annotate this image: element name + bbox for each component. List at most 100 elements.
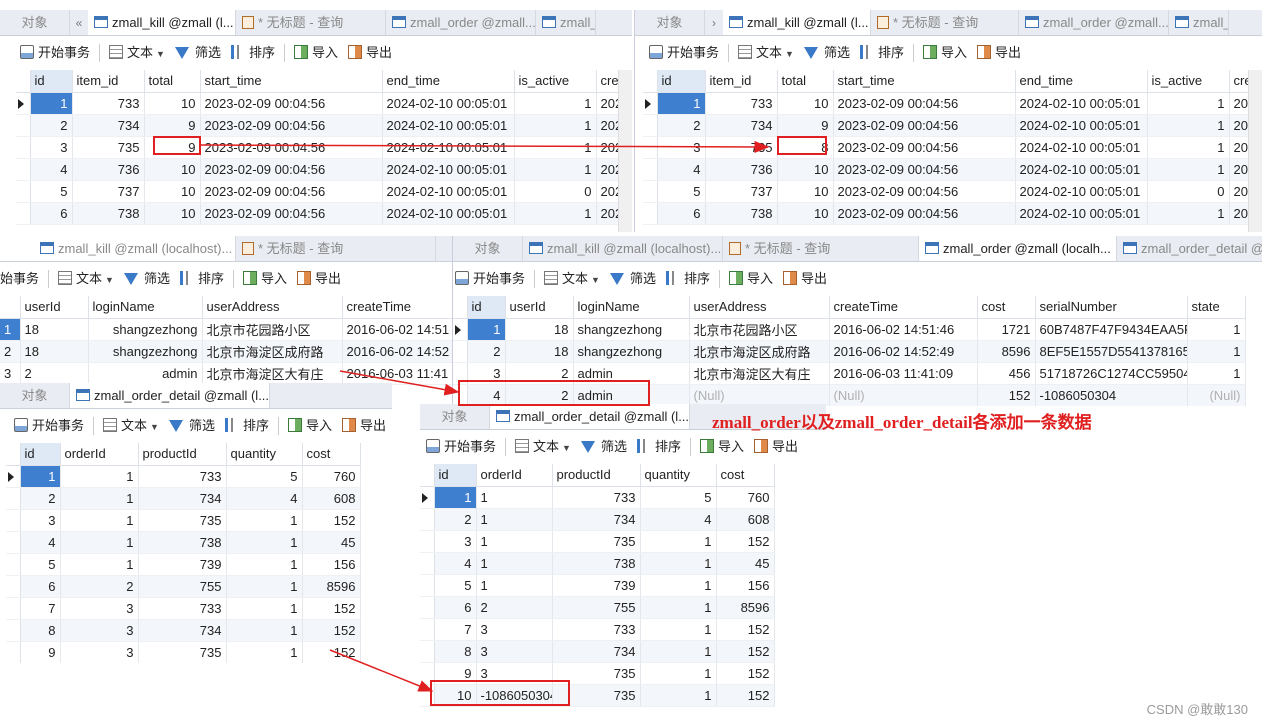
table-row[interactable]: 2 734 9 2023-02-09 00:04:56 2024-02-10 00:05… bbox=[16, 114, 627, 137]
import-button[interactable]: 导入 bbox=[238, 262, 292, 296]
cell-userid[interactable]: 18 bbox=[505, 318, 574, 341]
column-header-cost[interactable]: cost bbox=[716, 464, 775, 487]
cell-start_time[interactable]: 2023-02-09 00:04:56 bbox=[200, 158, 383, 181]
filter-button[interactable]: 筛选 bbox=[605, 262, 661, 296]
export-button[interactable]: 导出 bbox=[337, 409, 391, 443]
tab-zmall-kill[interactable]: zmall_kill @zmall (localhost)... bbox=[0, 236, 236, 261]
cell-cost[interactable]: 156 bbox=[716, 574, 775, 597]
cell-item_id[interactable]: 734 bbox=[72, 114, 145, 137]
export-button[interactable]: 导出 bbox=[749, 430, 803, 464]
cell-start_time[interactable]: 2023-02-09 00:04:56 bbox=[833, 180, 1016, 203]
import-button[interactable]: 导入 bbox=[918, 36, 972, 70]
cell-cost[interactable]: 456 bbox=[977, 362, 1036, 385]
cell-orderid[interactable]: 1 bbox=[476, 508, 553, 531]
cell-productid[interactable]: 734 bbox=[138, 619, 227, 642]
tab-objects[interactable]: 对象 bbox=[420, 404, 490, 429]
column-header-useraddress[interactable]: userAddress bbox=[689, 296, 830, 319]
cell-quantity[interactable]: 1 bbox=[226, 597, 303, 620]
cell-productid[interactable]: 734 bbox=[138, 487, 227, 510]
row-indicator[interactable] bbox=[16, 180, 31, 203]
table-row[interactable]: 8 3 734 1 152 bbox=[420, 640, 775, 663]
table-row[interactable]: 9 3 735 1 152 bbox=[6, 641, 361, 663]
cell-useraddress[interactable]: (Null) bbox=[689, 384, 830, 406]
cell-item_id[interactable]: 735 bbox=[705, 136, 778, 159]
cell-id[interactable]: 3 bbox=[657, 136, 706, 159]
sort-button[interactable]: 排序 bbox=[632, 430, 686, 464]
tab-zmall-kill[interactable]: zmall_kill @zmall (localhost)... bbox=[523, 236, 723, 261]
column-header-is_active[interactable]: is_active bbox=[514, 70, 597, 93]
cell-id[interactable]: 4 bbox=[30, 158, 73, 181]
column-header-id[interactable]: id bbox=[20, 443, 61, 466]
column-header-id[interactable]: id bbox=[467, 296, 506, 319]
cell-cost[interactable]: 152 bbox=[302, 509, 361, 532]
begin-transaction-button[interactable]: 开始事务 bbox=[420, 430, 501, 464]
cell-end_time[interactable]: 2024-02-10 00:05:01 bbox=[382, 114, 515, 137]
cell-quantity[interactable]: 1 bbox=[640, 618, 717, 641]
row-indicator[interactable] bbox=[6, 619, 21, 642]
cell-id[interactable]: 1 bbox=[434, 486, 477, 509]
cell-start_time[interactable]: 2023-02-09 00:04:56 bbox=[833, 92, 1016, 115]
row-indicator[interactable] bbox=[6, 553, 21, 576]
cell-start_time[interactable]: 2023-02-09 00:04:56 bbox=[200, 92, 383, 115]
cell-productid[interactable]: 739 bbox=[552, 574, 641, 597]
cell-cost[interactable]: 45 bbox=[302, 531, 361, 554]
cell-productid[interactable]: 755 bbox=[552, 596, 641, 619]
cell-orderid[interactable]: 1 bbox=[60, 553, 139, 576]
cell-item_id[interactable]: 737 bbox=[705, 180, 778, 203]
row-indicator[interactable] bbox=[453, 340, 468, 363]
cell-orderid[interactable]: 3 bbox=[476, 640, 553, 663]
row-indicator[interactable] bbox=[6, 509, 21, 532]
cell-id[interactable]: 3 bbox=[30, 136, 73, 159]
cell-is_active[interactable]: 1 bbox=[514, 114, 597, 137]
cell-productid[interactable]: 735 bbox=[552, 530, 641, 553]
cell-total[interactable]: 10 bbox=[777, 180, 834, 203]
cell-start_time[interactable]: 2023-02-09 00:04:56 bbox=[833, 202, 1016, 225]
cell-productid[interactable]: 733 bbox=[138, 465, 227, 488]
tab-zmall-small[interactable]: zmall_ bbox=[536, 10, 596, 35]
cell-orderid[interactable]: 1 bbox=[476, 552, 553, 575]
cell-id[interactable]: 4 bbox=[434, 552, 477, 575]
row-indicator[interactable] bbox=[16, 136, 31, 159]
column-header-total[interactable]: total bbox=[777, 70, 834, 93]
cell-loginname[interactable]: shangzezhong bbox=[88, 318, 203, 341]
cell-end_time[interactable]: 2024-02-10 00:05:01 bbox=[382, 180, 515, 203]
table-row[interactable]: 3 1 735 1 152 bbox=[420, 530, 775, 553]
cell-quantity[interactable]: 4 bbox=[640, 508, 717, 531]
cell-quantity[interactable]: 1 bbox=[226, 641, 303, 663]
cell-productid[interactable]: 733 bbox=[138, 597, 227, 620]
cell-quantity[interactable]: 1 bbox=[226, 531, 303, 554]
cell-start_time[interactable]: 2023-02-09 00:04:56 bbox=[833, 114, 1016, 137]
sort-button[interactable]: 排序 bbox=[175, 262, 229, 296]
table-row[interactable]: 2 18 shangzezhong 北京市海淀区成府路 2016-06-02 14:52 bbox=[0, 340, 452, 363]
cell-productid[interactable]: 733 bbox=[552, 618, 641, 641]
column-header-total[interactable]: total bbox=[144, 70, 201, 93]
row-indicator[interactable] bbox=[643, 158, 658, 181]
cell-id[interactable]: 5 bbox=[657, 180, 706, 203]
cell-useraddress[interactable]: 北京市海淀区成府路 bbox=[689, 340, 830, 363]
row-indicator[interactable] bbox=[6, 597, 21, 620]
tab-zmall-order-detail[interactable]: zmall_order_detail @zmall (l... bbox=[490, 404, 690, 429]
cell-cost[interactable]: 8596 bbox=[716, 596, 775, 619]
tab-zmall-order[interactable]: zmall_order @zmall... bbox=[1019, 10, 1169, 35]
sort-button[interactable]: 排序 bbox=[220, 409, 274, 443]
column-header-createtime[interactable]: createTime bbox=[342, 296, 452, 319]
cell-id[interactable]: 2 bbox=[434, 508, 477, 531]
table-row[interactable]: 6 738 10 2023-02-09 00:04:56 2024-02-10 00:0… bbox=[643, 202, 1260, 225]
table-row[interactable]: 6 2 755 1 8596 bbox=[6, 575, 361, 598]
table-row[interactable]: 8 3 734 1 152 bbox=[6, 619, 361, 642]
cell-cost[interactable]: 152 bbox=[716, 530, 775, 553]
cell-end_time[interactable]: 2024-02-10 00:05:01 bbox=[382, 136, 515, 159]
cell-cost[interactable]: 760 bbox=[716, 486, 775, 509]
cell-cost[interactable]: 8596 bbox=[302, 575, 361, 598]
cell-cost[interactable]: 8596 bbox=[977, 340, 1036, 363]
table-row[interactable]: 3 2 admin 北京市海淀区大有庄 2016-06-03 11:41 bbox=[0, 362, 452, 385]
cell-cost[interactable]: 45 bbox=[716, 552, 775, 575]
tab-zmall-order-detail[interactable]: zmall_order_detail @ bbox=[1117, 236, 1262, 261]
table-row[interactable]: 4 1 738 1 45 bbox=[420, 552, 775, 575]
text-button[interactable]: 文本 ▼ bbox=[510, 430, 576, 464]
cell-quantity[interactable]: 1 bbox=[226, 619, 303, 642]
row-indicator[interactable] bbox=[420, 596, 435, 619]
table-row[interactable]: 1 18 shangzezhong 北京市花园路小区 2016-06-02 14:51 bbox=[0, 318, 452, 341]
cell-start_time[interactable]: 2023-02-09 00:04:56 bbox=[200, 114, 383, 137]
table-row[interactable]: 1 733 10 2023-02-09 00:04:56 2024-02-10 00:0… bbox=[643, 92, 1260, 115]
